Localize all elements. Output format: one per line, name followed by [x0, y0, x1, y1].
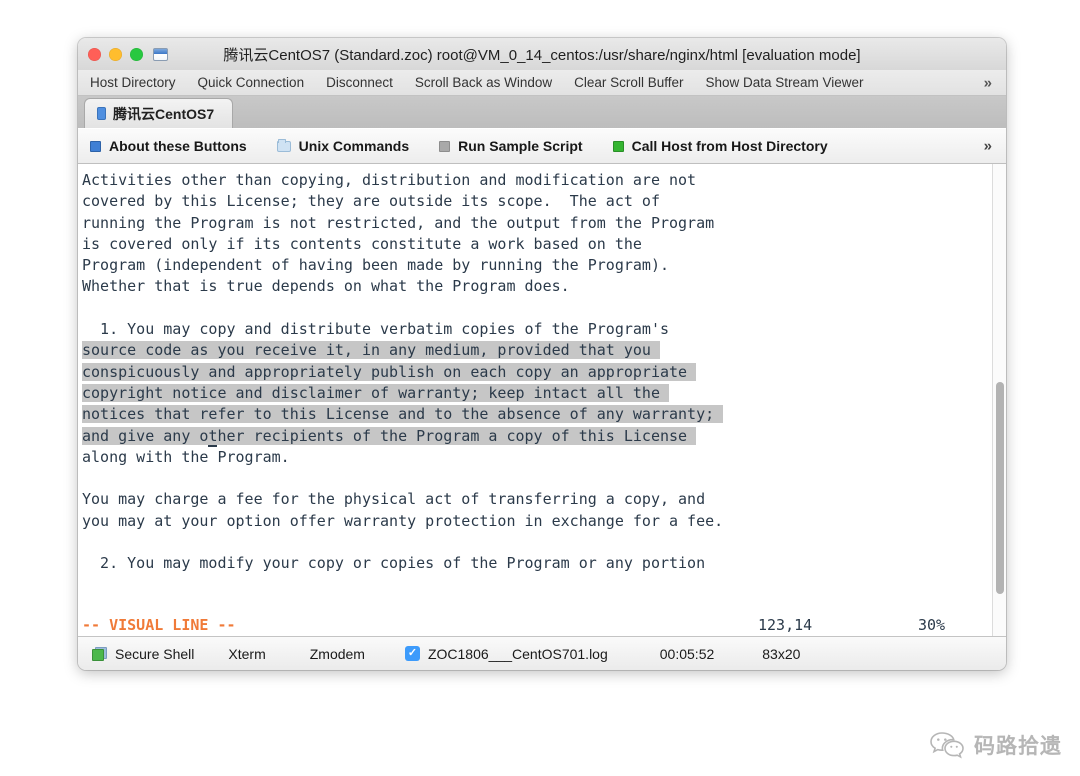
terminal-selection-run: her recipients of the Program a copy of … — [217, 426, 697, 445]
green-square-icon — [612, 140, 624, 152]
status-emulation[interactable]: Xterm — [228, 646, 265, 662]
window-controls — [88, 47, 143, 61]
terminal-line: notices that refer to this License and t… — [80, 404, 992, 425]
menu-item-scroll-back-window[interactable]: Scroll Back as Window — [415, 75, 552, 90]
menu-item-disconnect[interactable]: Disconnect — [326, 75, 393, 90]
status-bar: Secure Shell Xterm Zmodem ✓ ZOC1806___Ce… — [78, 636, 1006, 670]
button-about-these-buttons[interactable]: About these Buttons — [90, 138, 247, 154]
button-label: Run Sample Script — [458, 138, 583, 154]
terminal-line: and give any other recipients of the Pro… — [80, 426, 992, 447]
menu-overflow-chevron-icon[interactable]: » — [984, 74, 992, 91]
vim-cursor-position: 123,14 — [758, 616, 813, 634]
status-logfile-label: ZOC1806___CentOS701.log — [427, 645, 608, 662]
blue-square-icon — [97, 107, 106, 120]
terminal-window: 腾讯云CentOS7 (Standard.zoc) root@VM_0_14_c… — [78, 38, 1006, 670]
terminal-text-run: 1. You may copy and distribute verbatim … — [82, 320, 669, 339]
menu-item-data-stream-viewer[interactable]: Show Data Stream Viewer — [705, 75, 863, 90]
wechat-icon — [929, 730, 965, 760]
terminal-line: running the Program is not restricted, a… — [80, 213, 992, 234]
terminal-text-run: you may at your option offer warranty pr… — [82, 511, 724, 530]
grey-square-icon — [439, 140, 451, 152]
terminal-text-run: 2. You may modify your copy or copies of… — [82, 554, 706, 573]
terminal-selection-run: notices that refer to this License and t… — [82, 405, 724, 424]
tab-label: 腾讯云CentOS7 — [113, 105, 215, 122]
terminal-text[interactable]: Activities other than copying, distribut… — [78, 164, 992, 636]
window-icon — [153, 47, 168, 61]
terminal-line: along with the Program. — [80, 447, 992, 468]
blue-square-icon — [90, 140, 101, 152]
terminal-line: conspicuously and appropriately publish … — [80, 362, 992, 383]
terminal-text-run: along with the Program. — [82, 447, 290, 466]
terminal-selection-run: source code as you receive it, in any me… — [82, 341, 660, 360]
menu-item-quick-connection[interactable]: Quick Connection — [198, 75, 305, 90]
button-label: Unix Commands — [298, 138, 410, 154]
terminal-text-run: covered by this License; they are outsid… — [82, 192, 660, 211]
vertical-scrollbar[interactable] — [992, 164, 1006, 636]
button-call-host-from-host-directory[interactable]: Call Host from Host Directory — [612, 138, 828, 154]
terminal-line: source code as you receive it, in any me… — [80, 340, 992, 361]
scrollbar-thumb[interactable] — [996, 382, 1004, 594]
button-run-sample-script[interactable]: Run Sample Script — [439, 138, 583, 154]
status-terminal-size: 83x20 — [762, 645, 801, 662]
close-button[interactable] — [88, 47, 101, 61]
watermark: 码路拾遗 — [929, 730, 1062, 760]
menu-item-host-directory[interactable]: Host Directory — [90, 75, 176, 90]
terminal-line: you may at your option offer warranty pr… — [80, 511, 992, 532]
terminal-text-run: is covered only if its contents constitu… — [82, 234, 642, 253]
folder-icon — [276, 138, 291, 152]
tab-bar: 腾讯云CentOS7 — [78, 96, 1006, 128]
terminal-text-run: Program (independent of having been made… — [82, 256, 669, 275]
title-bar: 腾讯云CentOS7 (Standard.zoc) root@VM_0_14_c… — [78, 38, 1006, 70]
logging-checkbox[interactable]: ✓ — [404, 646, 420, 661]
button-label: About these Buttons — [109, 138, 247, 154]
secure-shell-icon — [92, 646, 107, 661]
watermark-text: 码路拾遗 — [974, 735, 1062, 758]
button-bar: About these Buttons Unix Commands Run Sa… — [78, 128, 1006, 164]
vim-mode-indicator: -- VISUAL LINE -- — [82, 616, 236, 634]
menu-strip: Host Directory Quick Connection Disconne… — [78, 70, 1006, 96]
terminal-line: Activities other than copying, distribut… — [80, 170, 992, 191]
terminal-line: Program (independent of having been made… — [80, 255, 992, 276]
terminal-line: covered by this License; they are outsid… — [80, 191, 992, 212]
status-elapsed-time: 00:05:52 — [659, 645, 715, 662]
terminal-line: copyright notice and disclaimer of warra… — [80, 383, 992, 404]
vim-status-line: -- VISUAL LINE -- 123,14 30% — [78, 615, 992, 636]
terminal-line: You may charge a fee for the physical ac… — [80, 489, 992, 510]
button-overflow-chevron-icon[interactable]: » — [984, 138, 992, 155]
window-title: 腾讯云CentOS7 (Standard.zoc) root@VM_0_14_c… — [223, 46, 861, 64]
terminal-text-run: running the Program is not restricted, a… — [82, 213, 715, 232]
status-connection[interactable]: Secure Shell — [92, 646, 194, 662]
status-transfer[interactable]: Zmodem — [310, 646, 365, 662]
terminal-line: 2. You may modify your copy or copies of… — [80, 553, 992, 574]
terminal-screen[interactable]: Activities other than copying, distribut… — [78, 164, 1006, 636]
terminal-text-run: You may charge a fee for the physical ac… — [82, 490, 706, 509]
terminal-text-run: Activities other than copying, distribut… — [82, 171, 697, 189]
maximize-button[interactable] — [130, 47, 143, 61]
vim-scroll-percent: 30% — [918, 616, 946, 634]
terminal-text-run: Whether that is true depends on what the… — [82, 277, 570, 296]
status-connection-label: Secure Shell — [115, 645, 195, 662]
terminal-selection-run: copyright notice and disclaimer of warra… — [82, 383, 669, 402]
terminal-line: is covered only if its contents constitu… — [80, 234, 992, 255]
tab-tencent-centos7[interactable]: 腾讯云CentOS7 — [84, 98, 234, 128]
terminal-selection-run: and give any o — [82, 426, 209, 445]
menu-item-clear-scroll-buffer[interactable]: Clear Scroll Buffer — [574, 75, 683, 90]
button-unix-commands[interactable]: Unix Commands — [276, 138, 410, 154]
status-logging[interactable]: ✓ ZOC1806___CentOS701.log — [404, 645, 608, 662]
minimize-button[interactable] — [109, 47, 122, 61]
terminal-line: Whether that is true depends on what the… — [80, 276, 992, 297]
terminal-selection-run: conspicuously and appropriately publish … — [82, 362, 697, 381]
terminal-line: 1. You may copy and distribute verbatim … — [80, 319, 992, 340]
button-label: Call Host from Host Directory — [631, 138, 828, 154]
